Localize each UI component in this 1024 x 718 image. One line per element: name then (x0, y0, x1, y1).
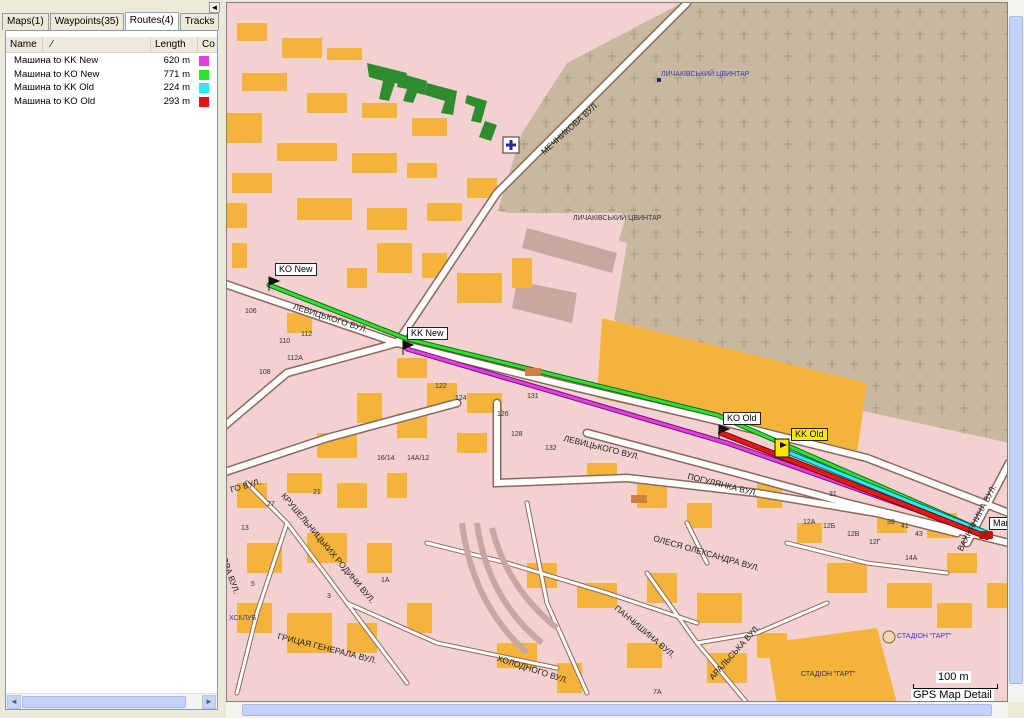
column-header-name[interactable]: Name (6, 37, 43, 52)
scroll-corner (1008, 702, 1024, 718)
scroll-left-icon[interactable]: ◄ (7, 695, 21, 709)
map-view[interactable]: KO New KK New KO Old KK Old Маш МЕЧНИКОВ… (226, 2, 1008, 702)
flag-kk-old[interactable]: KK Old (791, 428, 828, 441)
route-length: 620 m (163, 55, 190, 66)
tab-routes[interactable]: Routes(4) (124, 12, 179, 30)
house-number: 12Г (869, 539, 881, 546)
house-number: 12A (803, 519, 816, 526)
tab-maps[interactable]: Maps(1) (2, 13, 49, 30)
map-vertical-scrollbar[interactable] (1008, 0, 1024, 702)
route-color-swatch (199, 70, 209, 80)
tab-tracks[interactable]: Tracks (179, 13, 220, 30)
route-row[interactable]: Машина to KO New 771 m (6, 68, 217, 82)
routes-list: Name ⁄ Length Co Машина to KK New 620 m … (5, 30, 218, 710)
house-number: 7A (653, 689, 662, 696)
flag-ko-old[interactable]: KO Old (723, 412, 761, 425)
place-label: ЛИЧАКІВСЬКИЙ ЦВИНТАР (573, 215, 662, 222)
route-row[interactable]: Машина to KK Old 224 m (6, 81, 217, 95)
route-name: Машина to KK Old (14, 82, 95, 93)
scroll-thumb[interactable] (22, 696, 186, 708)
map-scale: 100 m (913, 668, 998, 690)
house-number: 3 (327, 593, 331, 600)
route-color-swatch (199, 83, 209, 93)
house-number: 112A (287, 355, 303, 362)
list-header: Name ⁄ Length Co (6, 37, 217, 53)
scale-label: 100 m (936, 671, 971, 683)
route-name: Машина to KO Old (14, 96, 96, 107)
column-header-length[interactable]: Length (151, 37, 198, 52)
left-panel: ◄ Maps(1) Waypoints(35) Routes(4) Tracks… (0, 0, 222, 718)
route-name: Машина to KK New (14, 55, 99, 66)
scroll-right-icon[interactable]: ► (202, 695, 216, 709)
column-header-color[interactable]: Co (198, 37, 217, 52)
place-label: СТАДІОН "ГАРТ" (897, 633, 952, 640)
house-number: 5 (251, 581, 255, 588)
route-row[interactable]: Машина to KK New 620 m (6, 54, 217, 68)
route-row[interactable]: Машина to KO Old 293 m (6, 95, 217, 109)
scroll-thumb[interactable] (242, 704, 992, 716)
house-number: 21 (313, 489, 321, 496)
house-number: 112 (301, 331, 313, 338)
scroll-thumb[interactable] (1009, 16, 1023, 684)
house-number: 12Б (823, 523, 836, 530)
route-color-swatch (199, 56, 209, 66)
house-number: 16/14 (377, 455, 395, 462)
house-number: 14A/12 (407, 455, 430, 462)
place-label: СТАДІОН "ГАРТ" (801, 671, 856, 678)
route-color-swatch (199, 97, 209, 107)
house-number: 110 (279, 338, 291, 345)
sort-indicator-icon: ⁄ (43, 37, 151, 52)
route-length: 771 m (163, 69, 190, 80)
flag-car[interactable]: Маш (989, 517, 1007, 530)
panel-tabs: Maps(1) Waypoints(35) Routes(4) Tracks (2, 12, 220, 30)
house-number: 43 (915, 531, 923, 538)
house-number: 131 (527, 393, 539, 400)
house-number: 106 (245, 308, 257, 315)
house-number: 1A (381, 577, 390, 584)
map-horizontal-scrollbar[interactable] (226, 702, 1008, 718)
tab-waypoints[interactable]: Waypoints(35) (49, 13, 124, 30)
list-horizontal-scrollbar[interactable]: ◄ ► (6, 693, 217, 709)
collapse-panel-button[interactable]: ◄ (209, 2, 220, 13)
flag-kk-new[interactable]: KK New (407, 327, 448, 340)
house-number: 41 (901, 523, 909, 530)
house-number: 128 (511, 431, 523, 438)
house-number: 12B (847, 531, 860, 538)
place-label: ХСКЛУБ (229, 615, 257, 622)
house-number: 27 (267, 501, 275, 508)
place-label: ЛИЧАКІВСЬКИЙ ЦВИНТАР (661, 71, 750, 78)
house-number: 122 (435, 383, 447, 390)
route-length: 293 m (163, 96, 190, 107)
house-number: 39 (887, 519, 895, 526)
map-detail-label: GPS Map Detail (911, 689, 994, 701)
house-number: 124 (455, 395, 467, 402)
map-canvas (227, 3, 1007, 701)
house-number: 108 (259, 369, 271, 376)
house-number: 31 (829, 491, 837, 498)
house-number: 132 (545, 445, 557, 452)
house-number: 126 (497, 411, 509, 418)
route-name: Машина to KO New (14, 69, 100, 80)
house-number: 13 (241, 525, 249, 532)
house-number: 14A (905, 555, 918, 562)
flag-ko-new[interactable]: KO New (275, 263, 317, 276)
route-length: 224 m (163, 82, 190, 93)
